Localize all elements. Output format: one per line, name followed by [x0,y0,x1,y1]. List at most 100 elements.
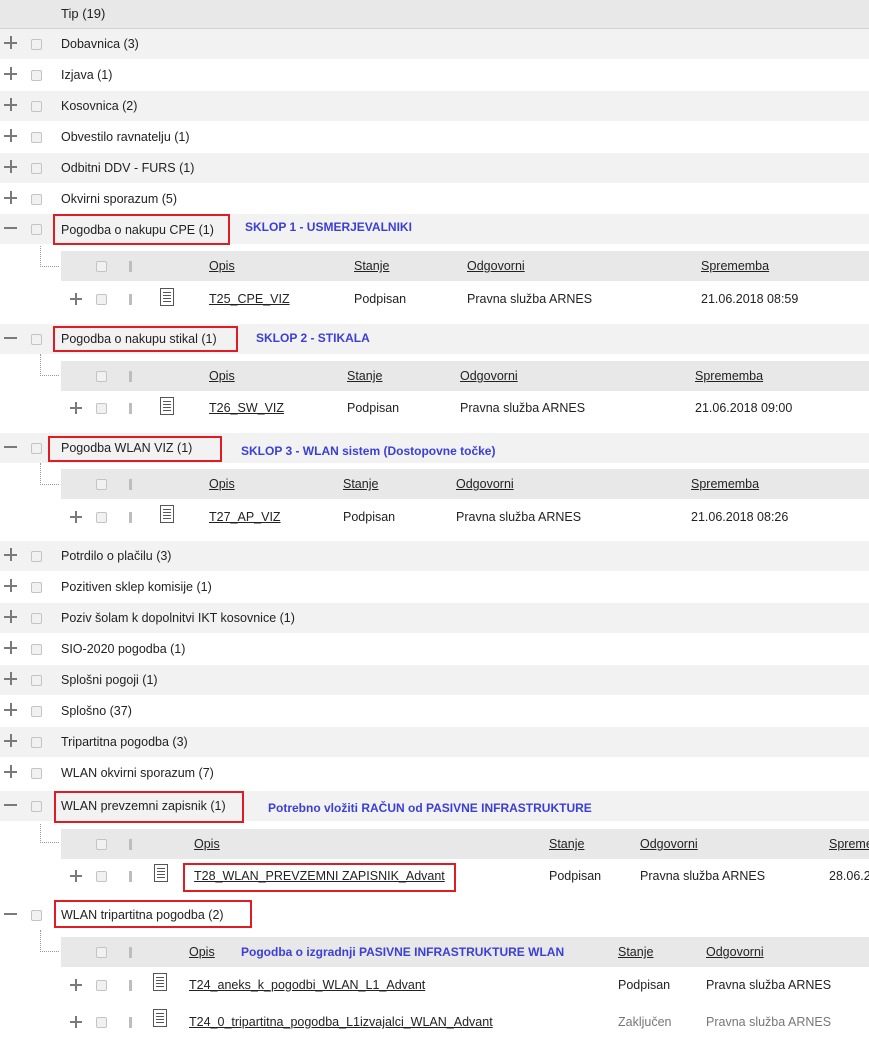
group-row[interactable]: Dobavnica (3) [0,29,869,59]
col-odgovorni[interactable]: Odgovorni [456,477,514,491]
expand-plus-icon[interactable] [70,293,82,305]
expand-plus-icon[interactable] [70,511,82,523]
col-odgovorni[interactable]: Odgovorni [640,837,698,851]
col-opis[interactable]: Opis [209,259,235,273]
col-stanje[interactable]: Stanje [343,477,378,491]
group-label[interactable]: Izjava (1) [61,68,112,82]
group-row[interactable]: Potrdilo o plačilu (3) [0,541,869,571]
row-checkbox[interactable] [31,582,42,593]
col-opis[interactable]: Opis [209,369,235,383]
row-checkbox[interactable] [31,39,42,50]
group-label[interactable]: Odbitni DDV - FURS (1) [61,161,194,175]
group-row[interactable]: Obvestilo ravnatelju (1) [0,122,869,152]
group-row[interactable]: Odbitni DDV - FURS (1) [0,153,869,183]
doc-link[interactable]: T25_CPE_VIZ [209,292,290,306]
expand-plus-icon[interactable] [4,734,18,748]
row-checkbox[interactable] [31,706,42,717]
col-opis[interactable]: Opis [189,945,215,959]
group-row[interactable]: Tripartitna pogodba (3) [0,727,869,757]
row-checkbox[interactable] [31,613,42,624]
col-stanje[interactable]: Stanje [549,837,584,851]
group-label[interactable]: Poziv šolam k dopolnitvi IKT kosovnice (… [61,611,295,625]
expand-plus-icon[interactable] [4,548,18,562]
row-checkbox[interactable] [31,675,42,686]
row-checkbox[interactable] [31,70,42,81]
header-checkbox[interactable] [96,371,107,382]
doc-link[interactable]: T24_0_tripartitna_pogodba_L1izvajalci_WL… [189,1015,493,1029]
row-checkbox[interactable] [31,551,42,562]
collapse-minus-icon[interactable] [4,907,18,921]
group-row[interactable]: Okvirni sporazum (5) [0,184,869,214]
expand-plus-icon[interactable] [4,98,18,112]
table-row[interactable]: T25_CPE_VIZ Podpisan Pravna služba ARNES… [61,282,869,316]
expand-plus-icon[interactable] [70,870,82,882]
row-checkbox[interactable] [96,403,107,414]
col-stanje[interactable]: Stanje [347,369,382,383]
group-label[interactable]: Potrdilo o plačilu (3) [61,549,171,563]
expand-plus-icon[interactable] [4,765,18,779]
expand-plus-icon[interactable] [4,703,18,717]
group-label[interactable]: Kosovnica (2) [61,99,137,113]
collapse-minus-icon[interactable] [4,440,18,454]
group-row[interactable]: Splošno (37) [0,696,869,726]
expand-plus-icon[interactable] [70,402,82,414]
row-checkbox[interactable] [31,101,42,112]
col-opis[interactable]: Opis [209,477,235,491]
doc-link[interactable]: T26_SW_VIZ [209,401,284,415]
row-checkbox[interactable] [31,163,42,174]
group-label[interactable]: Pozitiven sklep komisije (1) [61,580,212,594]
table-row[interactable]: T26_SW_VIZ Podpisan Pravna služba ARNES … [61,392,869,426]
col-stanje[interactable]: Stanje [354,259,389,273]
group-label[interactable]: Splošno (37) [61,704,132,718]
group-label[interactable]: Splošni pogoji (1) [61,673,158,687]
expand-plus-icon[interactable] [4,36,18,50]
group-label[interactable]: WLAN okvirni sporazum (7) [61,766,214,780]
col-stanje[interactable]: Stanje [618,945,653,959]
col-sprememba[interactable]: Sprememba [695,369,763,383]
table-row[interactable]: T27_AP_VIZ Podpisan Pravna služba ARNES … [61,500,869,534]
doc-link[interactable]: T27_AP_VIZ [209,510,281,524]
col-odgovorni[interactable]: Odgovorni [706,945,764,959]
header-checkbox[interactable] [96,947,107,958]
expand-plus-icon[interactable] [4,129,18,143]
group-label[interactable]: Okvirni sporazum (5) [61,192,177,206]
col-sprememba[interactable]: Sprememba [691,477,759,491]
group-row[interactable]: Poziv šolam k dopolnitvi IKT kosovnice (… [0,603,869,633]
row-checkbox[interactable] [96,294,107,305]
expand-plus-icon[interactable] [70,1016,82,1028]
expand-plus-icon[interactable] [4,579,18,593]
expand-plus-icon[interactable] [4,672,18,686]
header-checkbox[interactable] [96,261,107,272]
row-checkbox[interactable] [96,980,107,991]
collapse-minus-icon[interactable] [4,221,18,235]
row-checkbox[interactable] [96,1017,107,1028]
row-checkbox[interactable] [96,512,107,523]
expand-plus-icon[interactable] [70,979,82,991]
row-checkbox[interactable] [96,871,107,882]
expand-plus-icon[interactable] [4,160,18,174]
group-label[interactable]: Dobavnica (3) [61,37,139,51]
col-odgovorni[interactable]: Odgovorni [467,259,525,273]
row-checkbox[interactable] [31,737,42,748]
collapse-minus-icon[interactable] [4,798,18,812]
row-checkbox[interactable] [31,334,42,345]
expand-plus-icon[interactable] [4,641,18,655]
group-row[interactable]: WLAN okvirni sporazum (7) [0,758,869,788]
col-opis[interactable]: Opis [194,837,220,851]
row-checkbox[interactable] [31,132,42,143]
row-checkbox[interactable] [31,768,42,779]
expand-plus-icon[interactable] [4,67,18,81]
header-checkbox[interactable] [96,479,107,490]
group-label[interactable]: Obvestilo ravnatelju (1) [61,130,190,144]
header-checkbox[interactable] [96,839,107,850]
col-sprememba[interactable]: Spremem [829,837,869,851]
expand-plus-icon[interactable] [4,191,18,205]
group-label[interactable]: Tripartitna pogodba (3) [61,735,188,749]
collapse-minus-icon[interactable] [4,331,18,345]
row-checkbox[interactable] [31,224,42,235]
col-odgovorni[interactable]: Odgovorni [460,369,518,383]
row-checkbox[interactable] [31,443,42,454]
row-checkbox[interactable] [31,644,42,655]
group-row[interactable]: Pozitiven sklep komisije (1) [0,572,869,602]
doc-link[interactable]: T24_aneks_k_pogodbi_WLAN_L1_Advant [189,978,425,992]
